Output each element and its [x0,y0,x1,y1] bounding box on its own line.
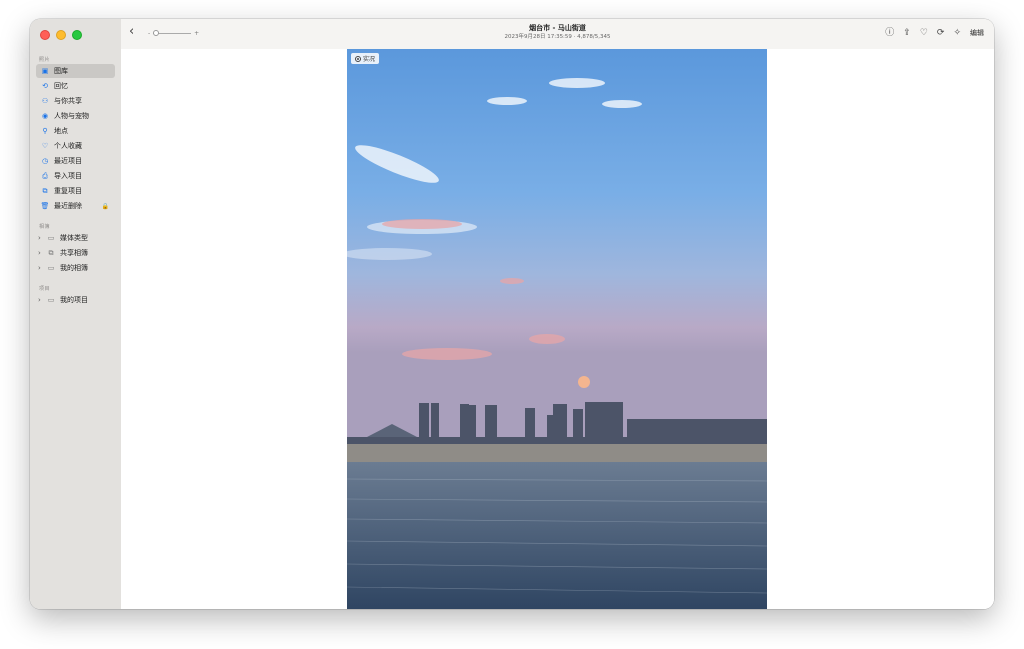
sidebar-item-label: 地点 [54,127,68,135]
library-icon: ▣ [41,67,49,75]
sidebar-item-shared-with-you[interactable]: ⚇ 与你共享 [36,94,115,108]
chevron-right-icon[interactable]: › [38,249,44,257]
sidebar-item-my-projects[interactable]: › ▭ 我的项目 [32,293,111,307]
people-pets-icon: ◉ [41,112,49,120]
sidebar-item-favorites[interactable]: ♡ 个人收藏 [36,139,115,153]
sidebar-item-media-types[interactable]: › ▭ 媒体类型 [32,231,111,245]
import-icon: ⎙ [42,171,48,180]
sidebar-item-library[interactable]: ▣ 图库 [36,64,115,78]
chevron-right-icon[interactable]: › [38,296,44,304]
sidebar-item-label: 共享相簿 [60,249,88,257]
rotate-icon[interactable]: ⟳ [937,27,945,39]
chevron-right-icon[interactable]: › [38,234,44,242]
live-photo-label: 实况 [363,56,376,63]
photo-viewer: 实况 [121,49,994,609]
folder-icon: ▭ [47,296,55,304]
duplicates-icon: ⧉ [42,186,48,195]
heart-icon[interactable]: ♡ [920,27,928,39]
sidebar-item-label: 重复项目 [54,187,82,195]
live-photo-icon [355,55,361,62]
minimize-window-button[interactable] [56,30,66,40]
sidebar-item-shared-albums[interactable]: › ⧉ 共享相簿 [32,246,111,260]
window-subtitle: 2023年9月28日 17:35:59 · 4,878/5,345 [504,34,611,40]
window-title: 烟台市 - 马山街道 [529,24,586,32]
memories-icon: ⟲ [42,82,48,90]
toolbar-actions: ⓘ ⇪ ♡ ⟳ ✧ 编辑 [885,27,984,39]
toolbar: ‹ - + 烟台市 - 马山街道 2023年9月28日 17:35:59 · 4… [121,19,994,50]
trash-icon: 🗑 [40,202,50,210]
sidebar-item-label: 媒体类型 [60,234,88,242]
zoom-window-button[interactable] [72,30,82,40]
window-title-block: 烟台市 - 马山街道 2023年9月28日 17:35:59 · 4,878/5… [121,24,994,41]
close-window-button[interactable] [40,30,50,40]
window-controls [40,30,82,40]
live-photo-badge[interactable]: 实况 [351,53,380,64]
sidebar-item-label: 我的相簿 [60,264,88,272]
lock-icon: 🔒 [101,202,109,210]
sidebar-item-label: 回忆 [54,82,68,90]
share-icon[interactable]: ⇪ [903,27,911,39]
auto-enhance-icon[interactable]: ✧ [953,27,961,39]
sidebar-item-imports[interactable]: ⎙ 导入项目 [36,169,115,183]
sidebar-item-places[interactable]: ⚲ 地点 [36,124,115,138]
sidebar-item-label: 人物与宠物 [54,112,89,120]
sidebar-item-my-albums[interactable]: › ▭ 我的相簿 [32,261,111,275]
chevron-right-icon[interactable]: › [38,264,44,272]
sidebar-item-recents[interactable]: ◷ 最近项目 [36,154,115,168]
photo-image[interactable]: 实况 [347,49,767,609]
heart-icon: ♡ [41,142,49,150]
photo-illustration [347,49,767,609]
sidebar-item-label: 最近项目 [54,157,82,165]
sidebar-item-label: 图库 [54,67,68,75]
photos-window: 照片 ▣ 图库 ⟲ 回忆 ⚇ 与你共享 ◉ 人物与宠物 ⚲ 地点 ♡ 个人收藏 … [30,19,994,609]
sidebar-item-duplicates[interactable]: ⧉ 重复项目 [36,184,115,198]
sidebar-item-label: 个人收藏 [54,142,82,150]
shared-album-icon: ⧉ [48,248,54,257]
edit-button[interactable]: 编辑 [970,28,984,38]
sidebar-item-recently-deleted[interactable]: 🗑 最近删除 🔒 [36,199,115,213]
sidebar: 照片 ▣ 图库 ⟲ 回忆 ⚇ 与你共享 ◉ 人物与宠物 ⚲ 地点 ♡ 个人收藏 … [30,19,122,609]
shared-with-you-icon: ⚇ [41,97,49,105]
places-icon: ⚲ [42,127,48,135]
section-label-projects: 项目 [39,286,51,292]
sidebar-item-memories[interactable]: ⟲ 回忆 [36,79,115,93]
info-icon[interactable]: ⓘ [885,27,894,39]
section-label-photos: 照片 [39,57,51,63]
sidebar-item-label: 与你共享 [54,97,82,105]
folder-icon: ▭ [47,264,55,272]
sidebar-item-people-pets[interactable]: ◉ 人物与宠物 [36,109,115,123]
folder-icon: ▭ [47,234,55,242]
section-label-albums: 相簿 [39,224,51,230]
clock-icon: ◷ [41,157,49,165]
sidebar-item-label: 最近删除 [54,202,82,210]
sidebar-item-label: 我的项目 [60,296,88,304]
sidebar-item-label: 导入项目 [54,172,82,180]
